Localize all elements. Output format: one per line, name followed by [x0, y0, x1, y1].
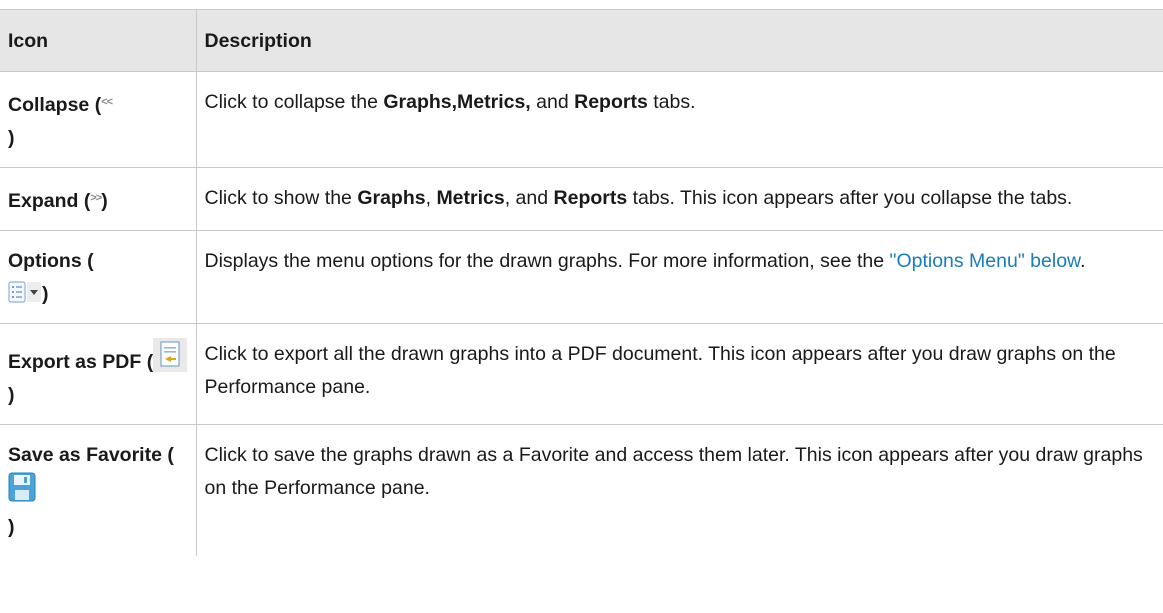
export-pdf-icon	[153, 338, 188, 372]
desc-bold-reports: Reports	[553, 187, 628, 209]
table-row-expand: Expand (>>) Click to show the Graphs, Me…	[0, 167, 1163, 231]
double-chevron-left-icon: <<	[101, 96, 113, 108]
desc-text: tabs. This icon appears after you collap…	[627, 187, 1073, 209]
export-pdf-label-close: )	[8, 384, 15, 406]
icon-cell-expand: Expand (>>)	[0, 167, 197, 231]
icon-cell-save-favorite: Save as Favorite ( )	[0, 424, 197, 556]
desc-expand: Click to show the Graphs, Metrics, and R…	[195, 167, 1163, 231]
desc-text: Click to collapse the	[204, 91, 384, 113]
desc-text: and	[530, 91, 575, 113]
options-label-close: )	[42, 283, 49, 305]
save-favorite-label: Save as Favorite (	[8, 444, 174, 466]
desc-bold-metrics: Metrics	[436, 187, 505, 209]
desc-collapse: Click to collapse the Graphs,Metrics, an…	[195, 71, 1163, 168]
collapse-label: Collapse (	[8, 94, 102, 116]
icon-cell-options: Options ( )	[0, 230, 197, 324]
options-menu-link[interactable]: "Options Menu" below	[890, 250, 1081, 272]
desc-bold-reports: Reports	[574, 91, 648, 113]
desc-text: Displays the menu options for the drawn …	[204, 250, 890, 272]
desc-text: tabs.	[647, 91, 696, 113]
desc-text: .	[1080, 250, 1086, 272]
export-pdf-label: Export as PDF (	[8, 351, 154, 373]
header-icon: Icon	[0, 9, 197, 72]
expand-label: Expand (	[8, 190, 91, 212]
save-favorite-label-close: )	[8, 516, 15, 538]
desc-text: , and	[504, 187, 554, 209]
double-chevron-right-icon: >>	[90, 192, 102, 204]
save-favorite-icon	[8, 472, 36, 502]
desc-export-pdf: Click to export all the drawn graphs int…	[195, 323, 1163, 425]
expand-label-close: )	[101, 190, 108, 212]
desc-bold-graphs-metrics: Graphs,Metrics,	[383, 91, 531, 113]
desc-save-favorite: Click to save the graphs drawn as a Favo…	[195, 424, 1163, 556]
table-row-export-pdf: Export as PDF ( ) Click to export all th…	[0, 323, 1163, 425]
table-row-options: Options ( ) Displays the menu options fo…	[0, 230, 1163, 324]
icon-cell-collapse: Collapse (<<)	[0, 71, 197, 168]
desc-options: Displays the menu options for the drawn …	[195, 230, 1163, 324]
options-label: Options (	[8, 250, 94, 272]
table-row-collapse: Collapse (<<) Click to collapse the Grap…	[0, 71, 1163, 168]
desc-bold-graphs: Graphs	[357, 187, 426, 209]
collapse-label-close: )	[8, 127, 15, 149]
desc-text: Click to show the	[204, 187, 358, 209]
table-row-save-favorite: Save as Favorite ( ) Click to save the g…	[0, 424, 1163, 556]
header-description: Description	[195, 9, 1163, 72]
options-menu-icon	[8, 281, 41, 303]
desc-text: ,	[425, 187, 437, 209]
icon-description-table: Icon Description Collapse (<<) Click to …	[0, 9, 1163, 556]
table-header-row: Icon Description	[0, 9, 1163, 72]
icon-cell-export-pdf: Export as PDF ( )	[0, 323, 197, 425]
